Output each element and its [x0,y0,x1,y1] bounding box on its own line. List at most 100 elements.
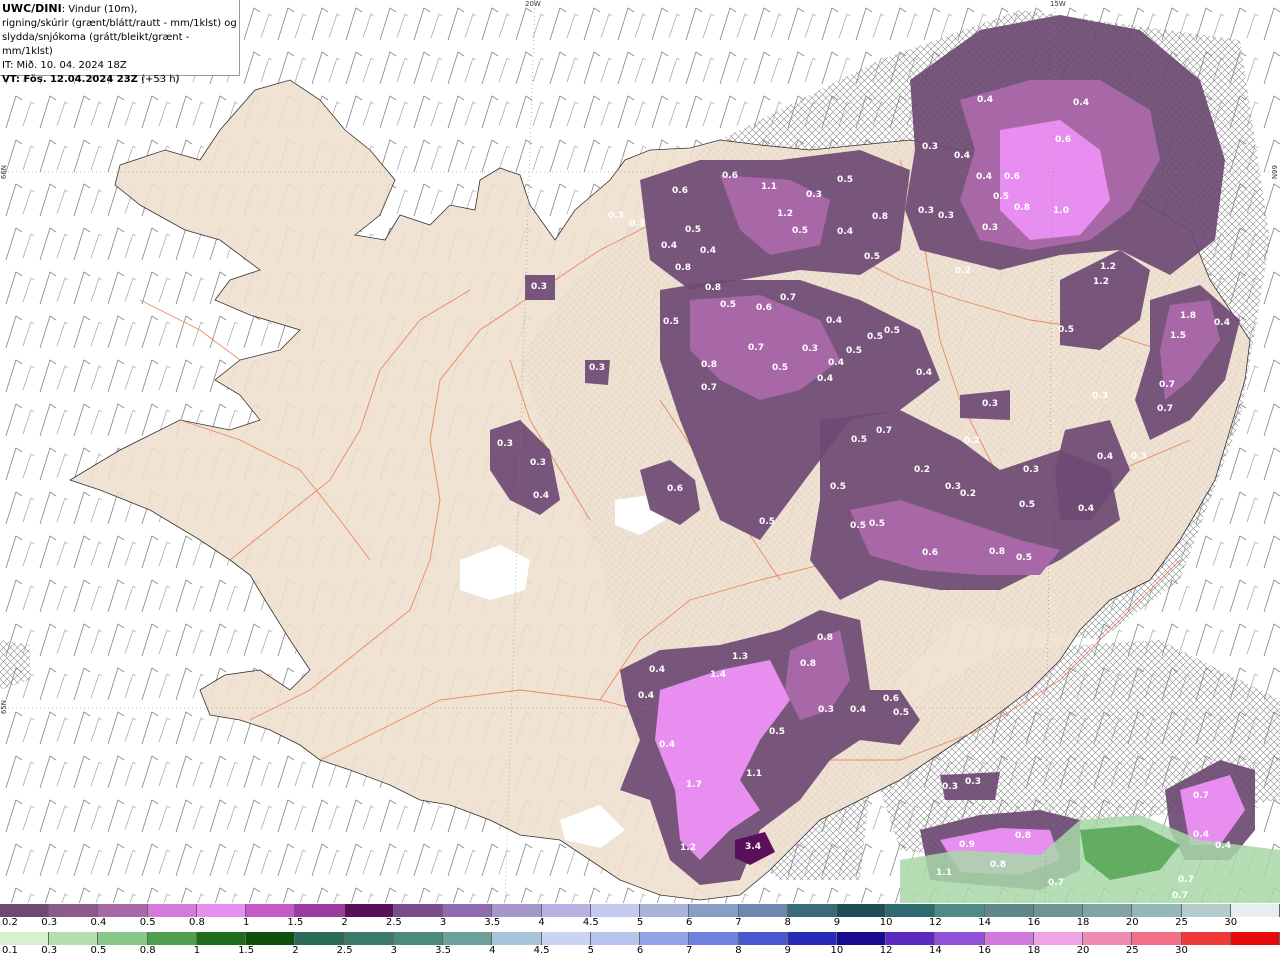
snowfall-value-label: 0.7 [1178,875,1194,885]
snow-legend-swatch [393,904,444,917]
rain-legend-swatch [1083,932,1133,945]
rain-legend-label: 3 [390,945,398,956]
rain-legend-label: 4.5 [533,945,550,956]
snowfall-value-label: 0.3 [945,482,961,492]
snow-legend-swatch [246,904,296,917]
snow-legend-label: 20 [1125,917,1139,928]
snowfall-value-label: 0.3 [982,223,998,233]
snow-legend-swatch [886,904,936,917]
snowfall-value-label: 0.4 [659,740,675,750]
snowfall-value-label: 0.6 [672,186,688,196]
rain-legend-swatch [541,932,591,945]
snow-legend-swatch [492,904,542,917]
snow-legend-label: 3 [439,917,447,928]
snowfall-value-label: 0.2 [960,489,976,499]
rain-legend-labels: 0.1 0.3 0.5 0.8 1 1.5 2 2.5 3 3.5 4 4.5 5 6 7 8 9 10 12 14 1… [0,945,1280,959]
snowfall-value-label: 0.4 [850,705,866,715]
rain-legend-label: 1 [193,945,201,956]
snow-legend-label: 1.5 [287,917,304,928]
snowfall-value-label: 0.5 [769,727,785,737]
snowfall-value-label: 0.4 [977,95,993,105]
snow-legend-label: 5 [636,917,644,928]
rain-legend-label: 0.3 [41,945,58,956]
snowfall-value-label: 0.4 [1215,841,1231,851]
snowfall-value-label: 0.3 [1092,391,1108,401]
snowfall-value-label: 0.7 [1157,404,1173,414]
snowfall-value-label: 0.5 [864,252,880,262]
snow-legend-label: 25 [1175,917,1188,928]
rain-legend-bar [0,932,1280,945]
snowfall-value-label: 0.8 [1014,203,1030,213]
rain-legend-swatch [49,932,99,945]
snowfall-value-label: 0.5 [893,708,909,718]
rain-legend-label: 20 [1076,945,1090,956]
snow-legend-swatch [147,904,197,917]
snowfall-value-label: 0.4 [1073,98,1089,108]
snow-legend-swatch [541,904,591,917]
snowfall-value-label: 0.4 [954,151,970,161]
snow-legend-label: 16 [1027,917,1041,928]
rain-legend-label: 0.5 [90,945,107,956]
rain-legend-label: 7 [686,945,693,956]
snowfall-value-label: 0.3 [530,458,546,468]
snow-legend-label: 0.4 [90,917,107,928]
product-title: UWC/DINI [2,2,62,15]
snowfall-value-label: 0.8 [990,860,1006,870]
snow-legend-label: 3.5 [484,917,501,928]
rain-legend: 0.1 0.3 0.5 0.8 1 1.5 2 2.5 3 3.5 4 4.5 5 6 7 8 9 10 12 14 1… [0,932,1280,960]
snowfall-value-label: 0.5 [772,363,788,373]
snowfall-value-label: 0.8 [705,283,721,293]
snowfall-value-label: 1.4 [710,670,726,680]
snow-legend-swatch [640,904,690,917]
snowfall-value-label: 0.3 [608,211,624,221]
snowfall-value-label: 0.3 [806,190,822,200]
snow-legend-label: 4 [538,917,545,928]
snowfall-value-label: 0.7 [1172,891,1188,901]
snowfall-value-label: 0.3 [802,344,818,354]
snowfall-value-label: 0.7 [748,343,764,353]
rain-legend-swatch [196,932,247,945]
snow-legend: 0.2 0.3 0.4 0.5 0.8 1 1.5 2 2.5 3 3.5 4 4.5 5 6 7 8 9 10 12… [0,904,1280,932]
snowfall-value-label: 0.8 [817,633,833,643]
snowfall-value-label: 0.6 [1055,135,1071,145]
rain-legend-label: 2.5 [336,945,353,956]
lead-time: (+53 h) [141,74,180,85]
rain-legend-label: 16 [978,945,991,956]
snowfall-value-label: 0.8 [872,212,888,222]
valid-time: VT: Fös. 12.04.2024 23Z [2,74,138,85]
snow-legend-label: 1 [242,917,250,928]
snowfall-value-label: 0.5 [1016,553,1032,563]
rain-legend-label: 5 [587,945,594,956]
snowfall-value-label: 0.4 [916,368,932,378]
snow-legend-swatch [738,904,788,917]
snowfall-value-label: 0.3 [982,399,998,409]
snowfall-value-label: 0.5 [1019,500,1035,510]
rain-legend-swatch [935,932,985,945]
snowfall-value-label: 0.4 [1078,504,1094,514]
rain-legend-swatch [344,932,394,945]
snowfall-value-label: 0.8 [800,659,816,669]
snow-legend-swatch [49,904,99,917]
rain-legend-label: 0.8 [139,945,156,956]
snow-legend-label: 2 [341,917,348,928]
weather-map[interactable]: 0.4 0.40.30.40.60.4 0.60.50.8 1.00.3 0.30.30… [0,0,1280,903]
snowfall-value-label: 0.5 [869,519,885,529]
snowfall-value-label: 0.8 [989,547,1005,557]
snow-legend-label: 0.5 [139,917,156,928]
snow-legend-label: 0.3 [41,917,58,928]
snowfall-value-label: 0.4 [661,241,677,251]
snowfall-value-label: 1.2 [680,843,696,853]
snowfall-value-label: 0.3 [938,211,954,221]
snowfall-value-label: 0.7 [1193,791,1209,801]
snowfall-value-label: 0.3 [965,777,981,787]
rain-legend-swatch [492,932,542,945]
snowfall-value-label: 0.3 [1023,465,1039,475]
snowfall-value-label: 0.4 [533,491,549,501]
snowfall-value-label: 0.2 [955,266,971,276]
snowfall-value-label: 0.7 [701,383,717,393]
snowfall-value-label: 1.2 [777,209,793,219]
snow-legend-label: 6 [686,917,693,928]
snowfall-value-label: 0.3 [589,363,605,373]
rain-legend-swatch [393,932,444,945]
rain-legend-swatch [246,932,296,945]
